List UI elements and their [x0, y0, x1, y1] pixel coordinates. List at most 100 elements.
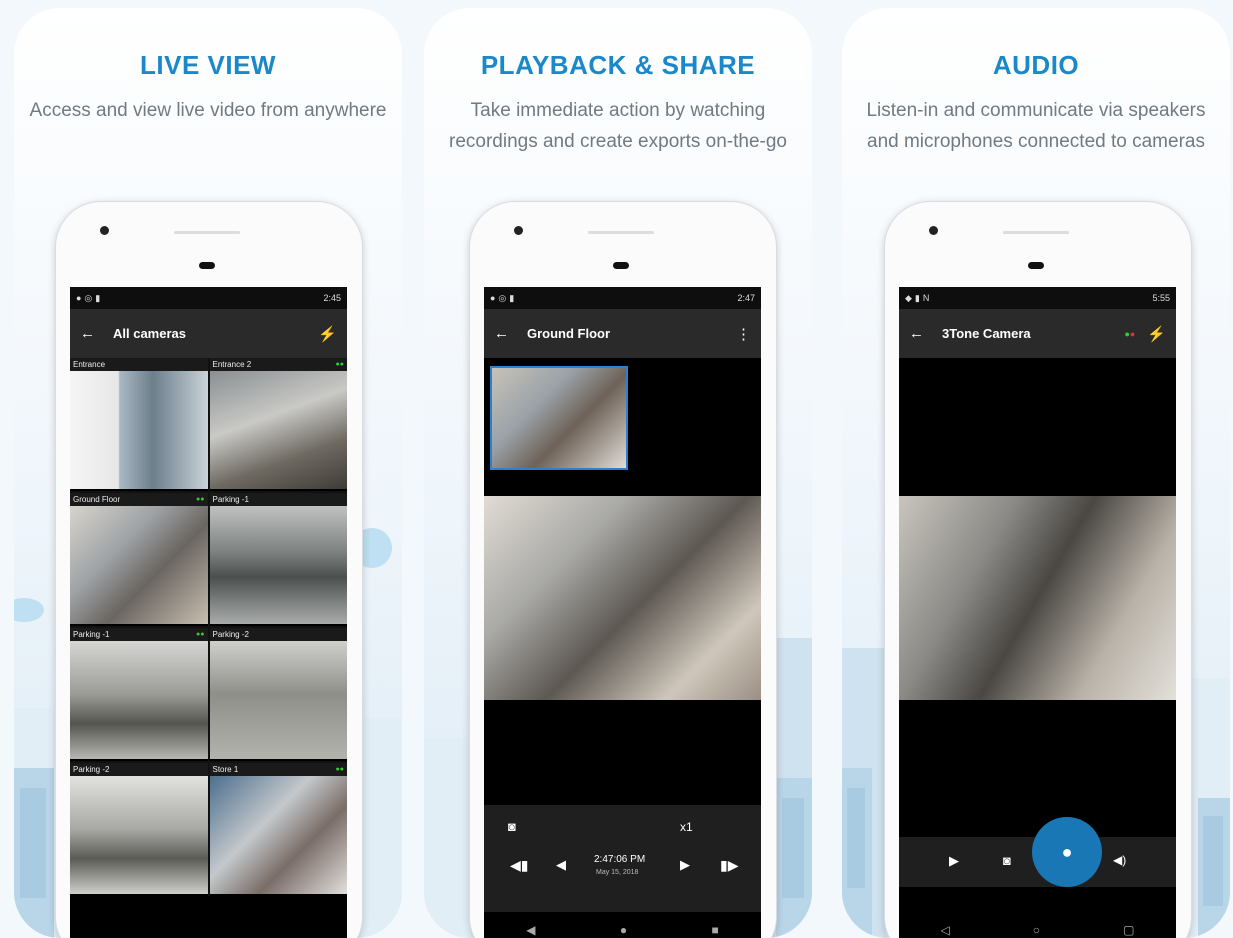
earpiece — [174, 231, 240, 234]
playback-controls: ◙ x1 ◀▮ ◀ 2:47:06 PM May 15, 2018 ▶ ▮▶ — [484, 805, 761, 912]
toolbar-title: 3Tone Camera — [942, 326, 1031, 341]
nav-back-icon[interactable]: ◀ — [526, 923, 535, 937]
system-nav-bar: ◀ ● ■ — [484, 912, 761, 938]
status-time: 2:45 — [323, 293, 341, 303]
speaker-icon[interactable]: ◀) — [1113, 853, 1126, 867]
camera-icon[interactable]: ◙ — [508, 819, 516, 834]
nav-back-icon[interactable]: ◁ — [941, 923, 950, 937]
camera-tile[interactable]: Entrance 2 ●● — [209, 358, 347, 491]
back-arrow-icon[interactable]: ← — [909, 325, 924, 342]
panel-audio: AUDIO Listen-in and communicate via spea… — [842, 8, 1230, 938]
sensor — [1028, 262, 1044, 269]
phone-screen: ●◎▮ 2:47 ← Ground Floor ⋮ ◙ x1 ◀▮ ◀ 2:47… — [484, 287, 761, 938]
status-icons: ◆▮N — [905, 292, 933, 303]
nav-recents-icon[interactable]: ▢ — [1123, 923, 1134, 937]
phone-frame: ●◎▮ 2:45 ← All cameras ⚡ Entrance Entran… — [55, 201, 363, 938]
system-nav-bar: ◁ ○ ▢ — [899, 912, 1176, 938]
panel-subtitle: Listen-in and communicate via speakers a… — [866, 100, 1206, 152]
front-camera — [929, 226, 938, 235]
camera-feed — [70, 371, 208, 489]
phone-screen: ●◎▮ 2:45 ← All cameras ⚡ Entrance Entran… — [70, 287, 347, 938]
phone-frame: ●◎▮ 2:47 ← Ground Floor ⋮ ◙ x1 ◀▮ ◀ 2:47… — [469, 201, 777, 938]
toolbar-title: Ground Floor — [527, 326, 611, 341]
status-indicator: ●● — [196, 631, 205, 638]
status-time: 2:47 — [737, 293, 755, 303]
camera-tile[interactable]: Parking -2 — [70, 763, 208, 896]
camera-tile[interactable]: Parking -1 ●● — [70, 628, 208, 761]
sensor — [613, 262, 629, 269]
camera-label: Entrance — [70, 358, 208, 371]
skip-back-icon[interactable]: ◀▮ — [510, 857, 528, 874]
playback-speed[interactable]: x1 — [680, 820, 693, 834]
camera-icon[interactable]: ◙ — [1003, 853, 1011, 868]
phone-frame: ◆▮N 5:55 ← 3Tone Camera ●● ⚡ ▶ ◙ ◀) ● ◁ … — [884, 201, 1192, 938]
camera-tile[interactable]: Parking -2 — [209, 628, 347, 761]
playback-time: 2:47:06 PM — [594, 854, 646, 865]
camera-label: Parking -1 — [209, 493, 347, 506]
toolbar-title: All cameras — [113, 326, 186, 341]
thumbnail-preview[interactable] — [490, 366, 628, 470]
app-toolbar: ← All cameras ⚡ — [70, 309, 347, 358]
playback-date: May 15, 2018 — [596, 869, 639, 876]
status-indicator: ●● — [335, 766, 344, 773]
camera-tile[interactable]: Ground Floor ●● — [70, 493, 208, 626]
back-arrow-icon[interactable]: ← — [494, 325, 509, 342]
camera-label: Ground Floor — [70, 493, 208, 506]
camera-feed — [209, 506, 347, 624]
play-icon[interactable]: ▶ — [680, 857, 690, 873]
more-vert-icon[interactable]: ⋮ — [736, 325, 751, 343]
earpiece — [1003, 231, 1069, 234]
camera-feed — [209, 641, 347, 759]
camera-label: Parking -2 — [70, 763, 208, 776]
camera-label: Parking -2 — [209, 628, 347, 641]
panel-playback: PLAYBACK & SHARE Take immediate action b… — [424, 8, 812, 938]
step-back-icon[interactable]: ◀ — [556, 857, 566, 873]
back-arrow-icon[interactable]: ← — [80, 325, 95, 342]
camera-feed — [70, 641, 208, 759]
panel-title: AUDIO — [992, 50, 1080, 80]
camera-feed — [70, 506, 208, 624]
status-indicator: ●● — [196, 496, 205, 503]
status-bar: ●◎▮ 2:45 — [70, 287, 347, 309]
camera-grid: Entrance Entrance 2 ●● Ground Floor ●● P… — [70, 358, 347, 896]
panel-subtitle: Take immediate action by watching record… — [449, 100, 787, 152]
status-icons: ●◎▮ — [490, 292, 518, 303]
lightning-icon[interactable]: ⚡ — [1147, 325, 1166, 343]
camera-tile[interactable]: Store 1 ●● — [209, 763, 347, 896]
front-camera — [514, 226, 523, 235]
skip-forward-icon[interactable]: ▮▶ — [720, 857, 738, 874]
panel-subtitle: Access and view live video from anywhere — [29, 100, 387, 121]
status-bar: ●◎▮ 2:47 — [484, 287, 761, 309]
status-indicator: ●● — [335, 361, 344, 368]
camera-feed — [209, 776, 347, 894]
app-toolbar: ← Ground Floor ⋮ — [484, 309, 761, 358]
earpiece — [588, 231, 654, 234]
play-icon[interactable]: ▶ — [949, 853, 959, 869]
camera-tile[interactable]: Entrance — [70, 358, 208, 491]
front-camera — [100, 226, 109, 235]
phone-screen: ◆▮N 5:55 ← 3Tone Camera ●● ⚡ ▶ ◙ ◀) ● ◁ … — [899, 287, 1176, 938]
panel-live-view: LIVE VIEW Access and view live video fro… — [14, 8, 402, 938]
mic-button[interactable]: ● — [1032, 817, 1102, 887]
sensor — [199, 262, 215, 269]
status-icons: ●◎▮ — [76, 292, 104, 303]
lightning-icon[interactable]: ⚡ — [318, 325, 337, 343]
live-video[interactable] — [899, 496, 1176, 700]
mic-icon: ● — [1061, 841, 1073, 862]
camera-label: Parking -1 — [70, 628, 208, 641]
playback-video[interactable] — [484, 496, 761, 700]
nav-home-icon[interactable]: ○ — [1033, 923, 1040, 937]
app-toolbar: ← 3Tone Camera ●● ⚡ — [899, 309, 1176, 358]
panel-title: PLAYBACK & SHARE — [480, 50, 756, 80]
camera-feed — [70, 776, 208, 894]
nav-home-icon[interactable]: ● — [620, 923, 627, 937]
status-time: 5:55 — [1152, 293, 1170, 303]
camera-feed — [209, 371, 347, 489]
camera-label: Store 1 — [209, 763, 347, 776]
audio-status-icon: ●● — [1124, 328, 1136, 339]
status-bar: ◆▮N 5:55 — [899, 287, 1176, 309]
camera-tile[interactable]: Parking -1 — [209, 493, 347, 626]
camera-label: Entrance 2 — [209, 358, 347, 371]
panel-title: LIVE VIEW — [140, 50, 276, 80]
nav-recents-icon[interactable]: ■ — [712, 923, 719, 937]
